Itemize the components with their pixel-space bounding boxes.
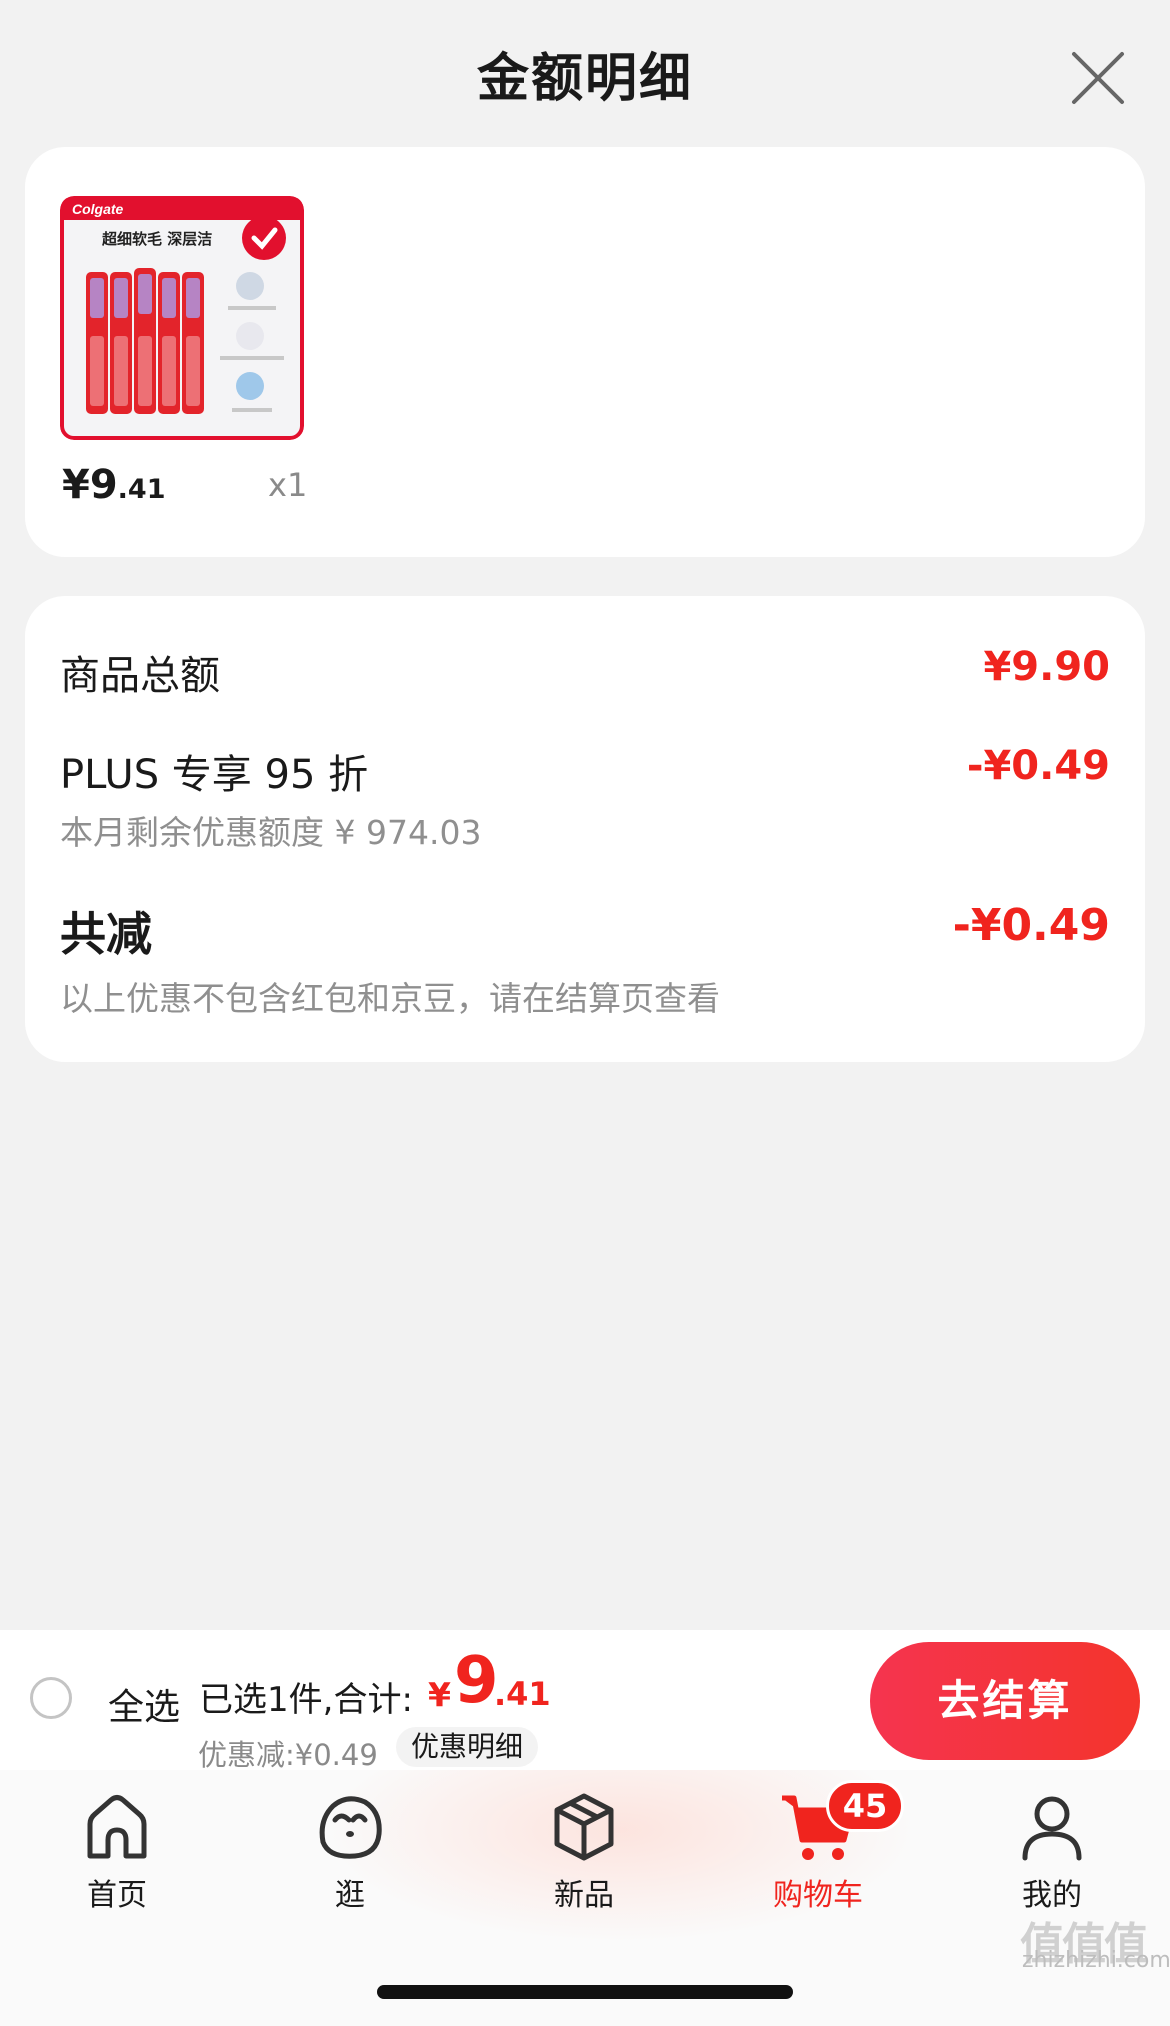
plus-discount-value: -¥0.49	[966, 743, 1110, 789]
home-icon	[87, 1795, 147, 1859]
price-integer: ¥9	[62, 462, 118, 508]
selected-summary: 已选1件,合计:	[199, 1680, 413, 1720]
tab-browse[interactable]: 逛	[270, 1790, 430, 1914]
product-quantity: x1	[268, 466, 308, 504]
plus-remaining-quota: 本月剩余优惠额度 ¥ 974.03	[60, 813, 482, 852]
total-discount-value: -¥0.49	[952, 900, 1110, 951]
cart-count-badge: 45	[826, 1780, 904, 1832]
tab-home[interactable]: 首页	[37, 1790, 197, 1914]
total-currency: ¥	[428, 1675, 451, 1714]
checkout-button[interactable]: 去结算	[870, 1642, 1140, 1760]
tab-cart-label: 购物车	[773, 1878, 863, 1913]
box-icon	[554, 1793, 614, 1861]
select-all-label[interactable]: 全选	[108, 1678, 180, 1730]
total-amount-integer: 9	[454, 1644, 499, 1718]
tab-me[interactable]: 我的	[972, 1790, 1132, 1914]
image-headline: 超细软毛 深层洁	[101, 230, 212, 248]
discount-note: 以上优惠不包含红包和京豆，请在结算页查看	[60, 979, 720, 1018]
brand-logo: Colgate	[72, 201, 124, 217]
tab-home-label: 首页	[87, 1878, 147, 1913]
price-decimal: .41	[117, 474, 166, 505]
total-amount-decimal: .41	[494, 1675, 551, 1713]
select-all-checkbox[interactable]	[30, 1677, 72, 1719]
total-value: ¥9.90	[983, 644, 1110, 690]
close-button[interactable]	[1062, 42, 1134, 114]
total-discount-label: 共减	[60, 907, 152, 961]
face-icon	[319, 1796, 382, 1859]
close-icon	[1072, 52, 1124, 104]
toothbrush-pack	[86, 268, 204, 414]
product-price: ¥9.41	[62, 462, 166, 508]
total-label: 商品总额	[60, 653, 220, 699]
user-icon	[1022, 1796, 1082, 1861]
plus-discount-label: PLUS 专享 95 折	[60, 752, 369, 798]
tab-new[interactable]: 新品	[504, 1790, 664, 1914]
tab-new-label: 新品	[554, 1878, 614, 1913]
home-indicator	[377, 1985, 793, 1999]
tab-browse-label: 逛	[335, 1878, 365, 1913]
watermark-text: zhizhizhi.com	[1022, 1948, 1170, 1973]
page-title: 金额明细	[476, 49, 693, 109]
discount-detail-button[interactable]: 优惠明细	[396, 1727, 539, 1767]
discount-summary: 优惠减:¥0.49	[198, 1738, 378, 1772]
product-image[interactable]: Colgate 超细软毛 深层洁	[60, 196, 304, 440]
